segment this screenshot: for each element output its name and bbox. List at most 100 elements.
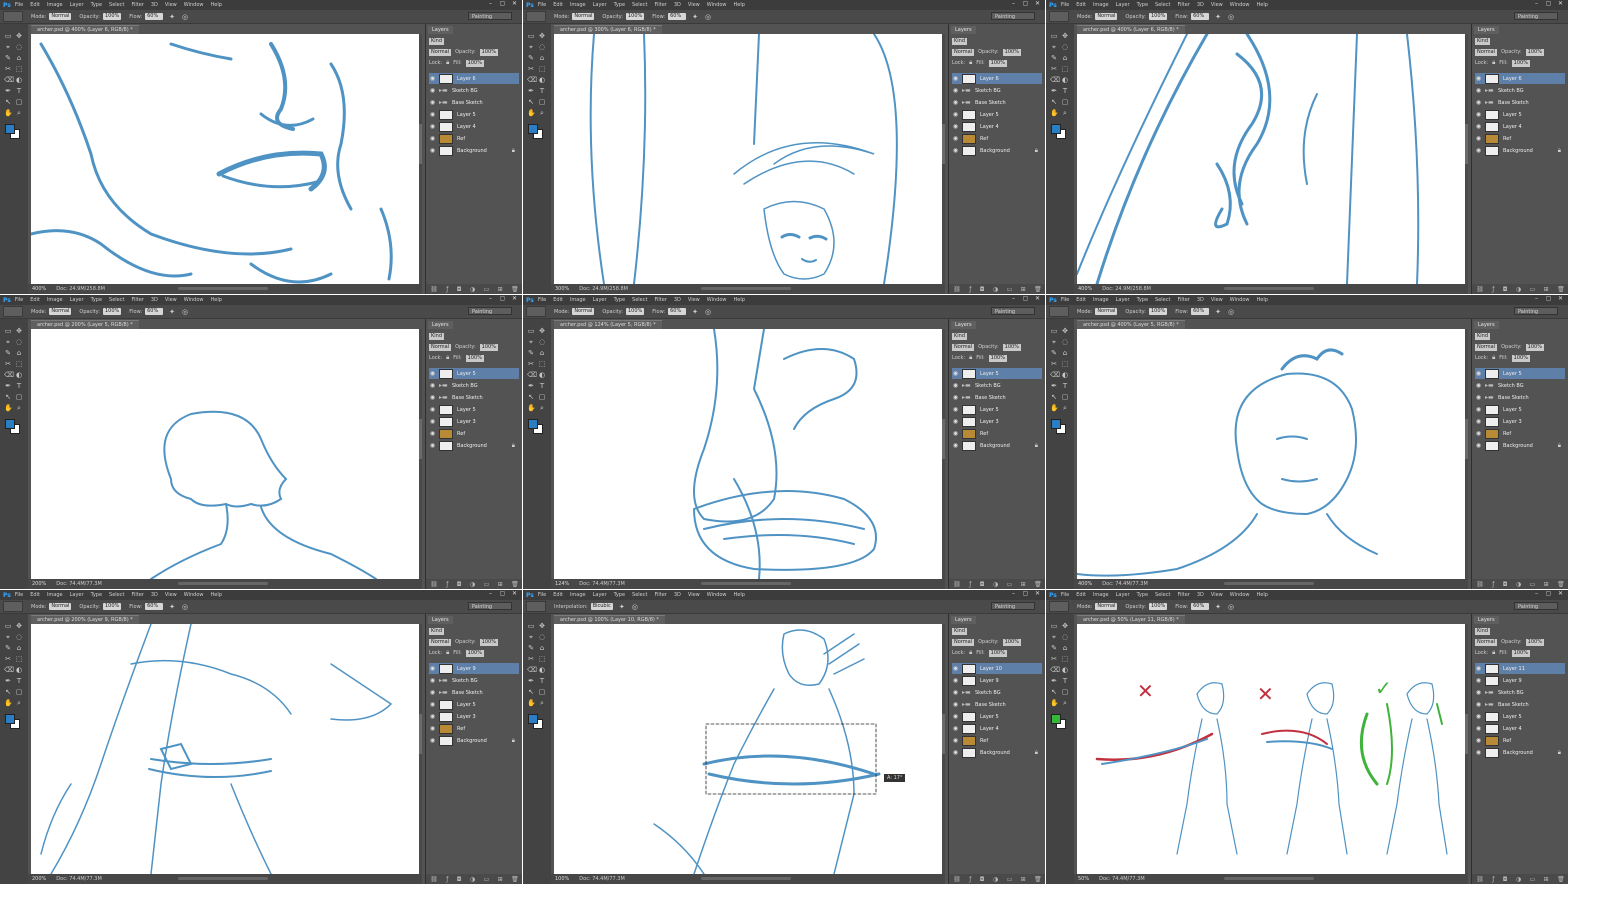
tool-icon-12[interactable]: T	[1061, 87, 1069, 95]
horizontal-scrollbar[interactable]	[178, 877, 268, 880]
kind-filter[interactable]: Kind	[952, 332, 968, 340]
layer-row[interactable]: ◉ Layer 5	[952, 368, 1042, 379]
new-layer-icon[interactable]: ⊞	[1021, 876, 1026, 883]
link-icon[interactable]: ⛓	[953, 876, 961, 883]
new-group-icon[interactable]: ▭	[1007, 286, 1013, 293]
tool-icon-14[interactable]: ▢	[15, 98, 23, 106]
menu-file[interactable]: File	[1061, 297, 1069, 303]
menu-select[interactable]: Select	[109, 2, 124, 8]
new-layer-icon[interactable]: ⊞	[1544, 876, 1549, 883]
menu-filter[interactable]: Filter	[1177, 592, 1189, 598]
layer-row[interactable]: ◉ Ref	[952, 428, 1042, 439]
menu-window[interactable]: Window	[1230, 592, 1250, 598]
menu-help[interactable]: Help	[211, 592, 222, 598]
scroll-thumb[interactable]	[419, 419, 422, 459]
tool-icon-7[interactable]: ✂	[4, 360, 12, 368]
tool-icon-16[interactable]: ⌕	[1061, 699, 1069, 707]
zoom-level[interactable]: 124%	[555, 581, 569, 587]
layer-row[interactable]: ◉ Layer 6	[429, 73, 519, 84]
menu-file[interactable]: File	[538, 297, 546, 303]
adjustment-icon[interactable]: ◑	[470, 286, 475, 293]
vertical-scrollbar[interactable]	[942, 329, 945, 579]
close-button[interactable]: ✕	[511, 1, 518, 7]
layer-row[interactable]: ◉ Ref	[1475, 133, 1565, 144]
opacity-field[interactable]: 100%	[1525, 48, 1544, 56]
eye-icon[interactable]: ◉	[429, 665, 436, 672]
document-canvas[interactable]: ✕ ✕ ✓	[1077, 624, 1465, 874]
horizontal-scrollbar[interactable]	[1224, 287, 1314, 290]
eye-icon[interactable]: ◉	[1475, 725, 1482, 732]
layer-row[interactable]: ◉ Layer 3	[1475, 416, 1565, 427]
layer-row[interactable]: ◉ Background 🔒︎	[429, 145, 519, 156]
eye-icon[interactable]: ◉	[1475, 370, 1482, 377]
eye-icon[interactable]: ◉	[952, 111, 959, 118]
tool-icon-6[interactable]: ⌂	[1061, 349, 1069, 357]
tool-icon-7[interactable]: ✂	[4, 655, 12, 663]
layer-row[interactable]: ◉ Background 🔒︎	[1475, 440, 1565, 451]
fx-icon[interactable]: ƒ	[446, 876, 448, 883]
menu-type[interactable]: Type	[1137, 592, 1148, 598]
tool-icon-8[interactable]: ⬚	[538, 655, 546, 663]
tool-icon-11[interactable]: ✒	[1050, 677, 1058, 685]
tool-icon-5[interactable]: ✎	[1050, 349, 1058, 357]
layer-row[interactable]: ◉ ▸▬ Base Sketch	[429, 97, 519, 108]
eye-icon[interactable]: ◉	[952, 418, 959, 425]
menu-file[interactable]: File	[1061, 2, 1069, 8]
menu-image[interactable]: Image	[570, 592, 586, 598]
workspace-switcher[interactable]: Painting	[468, 12, 512, 20]
menu-3d[interactable]: 3D	[674, 2, 681, 8]
tool-icon-8[interactable]: ⬚	[1061, 655, 1069, 663]
eye-icon[interactable]: ◉	[1475, 99, 1482, 106]
zoom-level[interactable]: 400%	[1078, 581, 1092, 587]
mask-icon[interactable]: ◘	[457, 286, 462, 293]
opacity-field[interactable]: 100%	[1002, 343, 1021, 351]
menu-image[interactable]: Image	[47, 2, 63, 8]
mask-icon[interactable]: ◘	[1503, 876, 1508, 883]
eye-icon[interactable]: ◉	[1475, 394, 1482, 401]
fill-field[interactable]: 100%	[1511, 59, 1530, 67]
link-icon[interactable]: ⛓	[1476, 286, 1484, 293]
mode-field[interactable]: Normal	[49, 13, 72, 20]
tool-icon-14[interactable]: ▢	[1061, 98, 1069, 106]
opacity-field[interactable]: 100%	[1148, 13, 1168, 20]
tool-icon-4[interactable]: ◌	[1061, 43, 1069, 51]
tool-icon-5[interactable]: ✎	[4, 644, 12, 652]
menu-image[interactable]: Image	[570, 297, 586, 303]
vertical-scrollbar[interactable]	[1465, 34, 1468, 284]
tool-icon-5[interactable]: ✎	[1050, 54, 1058, 62]
layer-row[interactable]: ◉ Layer 6	[1475, 73, 1565, 84]
eye-icon[interactable]: ◉	[429, 111, 436, 118]
menu-edit[interactable]: Edit	[30, 297, 40, 303]
lock-icon[interactable]: 🔒︎	[1492, 59, 1495, 67]
tool-icon-10[interactable]: ◐	[538, 371, 546, 379]
tool-icon-15[interactable]: ✋	[527, 699, 536, 707]
eye-icon[interactable]: ◉	[1475, 737, 1482, 744]
maximize-button[interactable]: ▢	[499, 591, 506, 597]
document-canvas[interactable]: A: 17°	[554, 624, 942, 874]
tool-icon-8[interactable]: ⬚	[1061, 65, 1069, 73]
blend-mode-select[interactable]: Normal	[1475, 343, 1498, 351]
maximize-button[interactable]: ▢	[1545, 591, 1552, 597]
eye-icon[interactable]: ◉	[429, 689, 436, 696]
eye-icon[interactable]: ◉	[429, 75, 436, 82]
tool-icon-14[interactable]: ▢	[15, 393, 23, 401]
tool-icon-11[interactable]: ✒	[527, 87, 535, 95]
flow-field[interactable]: 60%	[1191, 603, 1210, 610]
eye-icon[interactable]: ◉	[429, 713, 436, 720]
layer-row[interactable]: ◉ ▸▬ Base Sketch	[1475, 699, 1565, 710]
pressure-icon[interactable]: ◎	[1227, 308, 1235, 316]
mode-field[interactable]: Normal	[572, 308, 595, 315]
tool-icon-15[interactable]: ✋	[527, 109, 536, 117]
menu-layer[interactable]: Layer	[70, 2, 84, 8]
menu-edit[interactable]: Edit	[553, 297, 563, 303]
layer-row[interactable]: ◉ ▸▬ Sketch BG	[429, 675, 519, 686]
menu-type[interactable]: Type	[91, 592, 102, 598]
tool-icon-10[interactable]: ◐	[1061, 76, 1069, 84]
horizontal-scrollbar[interactable]	[701, 582, 791, 585]
layers-tab[interactable]: Layers	[951, 321, 976, 329]
tool-icon-2[interactable]: ✥	[1061, 32, 1069, 40]
document-canvas[interactable]	[31, 34, 419, 284]
fx-icon[interactable]: ƒ	[1492, 286, 1494, 293]
tool-icon-10[interactable]: ◐	[1061, 371, 1069, 379]
blend-mode-select[interactable]: Normal	[1475, 48, 1498, 56]
